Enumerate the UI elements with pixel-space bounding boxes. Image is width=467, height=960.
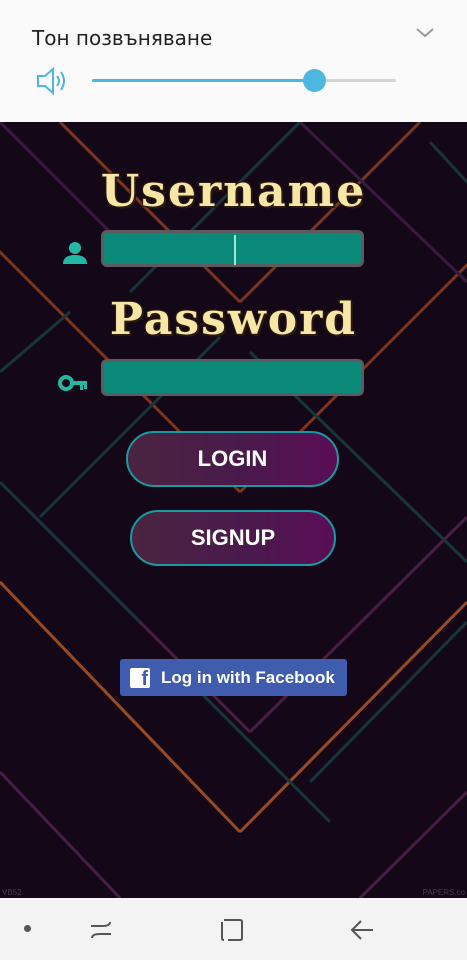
login-screen: Username Password LOGIN SIGNUP f Log in … — [0, 122, 467, 898]
key-icon — [58, 375, 87, 391]
watermark-left: VB52 — [2, 888, 22, 897]
username-input[interactable] — [101, 230, 364, 267]
volume-slider[interactable] — [92, 69, 396, 92]
navigation-bar — [0, 898, 467, 960]
volume-panel: Тон позвъняване — [0, 0, 467, 122]
signup-button[interactable]: SIGNUP — [130, 510, 336, 566]
facebook-icon: f — [130, 667, 150, 690]
facebook-login-button[interactable]: f Log in with Facebook — [120, 659, 347, 696]
password-input[interactable] — [101, 359, 364, 396]
speaker-icon[interactable] — [35, 66, 69, 96]
volume-slider-thumb[interactable] — [302, 69, 326, 92]
nav-indicator-dot — [24, 925, 31, 932]
volume-slider-fill — [92, 79, 314, 82]
login-button[interactable]: LOGIN — [126, 431, 339, 487]
text-cursor — [234, 235, 236, 265]
password-label: Password — [109, 294, 358, 345]
back-icon[interactable] — [348, 918, 376, 942]
facebook-button-label: Log in with Facebook — [161, 667, 335, 687]
recent-apps-icon[interactable] — [88, 918, 114, 942]
volume-title: Тон позвъняване — [32, 26, 213, 50]
user-icon — [63, 242, 87, 264]
chevron-down-icon[interactable] — [415, 26, 435, 40]
watermark-right: PAPERS.co — [422, 888, 465, 897]
username-label: Username — [100, 166, 367, 217]
home-icon[interactable] — [219, 917, 245, 943]
